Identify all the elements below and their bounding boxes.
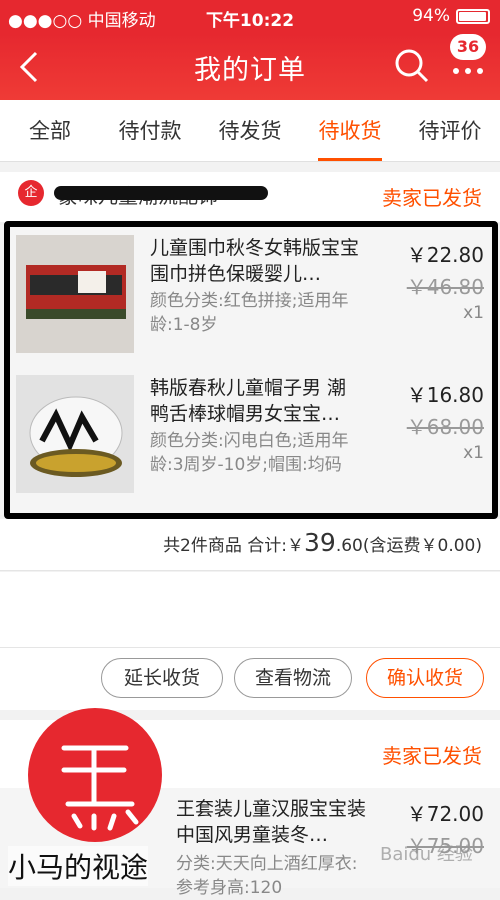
more-icon[interactable] <box>448 56 488 86</box>
baidu-watermark: Baidu 经验 <box>380 844 473 865</box>
battery-indicator: 94% <box>412 6 490 26</box>
list-item[interactable]: 儿童围巾秋冬女韩版宝宝围巾拼色保暖婴儿… 颜色分类:红色拼接;适用年龄:1-8岁… <box>0 225 500 365</box>
order-status: 卖家已发货 <box>382 744 482 768</box>
tab-all[interactable]: 全部 <box>0 100 100 161</box>
confirm-receipt-button[interactable]: 确认收货 <box>366 658 484 698</box>
product-spec: 颜色分类:红色拼接;适用年龄:1-8岁 <box>150 291 349 335</box>
product-thumbnail[interactable] <box>16 235 134 353</box>
product-thumbnail[interactable] <box>16 375 134 493</box>
spacer <box>0 572 500 648</box>
status-bar: ●●●○○ 中国移动 下午10:22 94% <box>0 0 500 34</box>
redaction-bar <box>54 186 268 200</box>
product-spec: 颜色分类:闪电白色;适用年龄:3周岁-10岁;帽围:均码 <box>150 431 349 475</box>
extend-receipt-button[interactable]: 延长收货 <box>101 658 223 698</box>
battery-icon <box>456 8 490 24</box>
message-count-badge: 36 <box>450 34 486 60</box>
view-logistics-button[interactable]: 查看物流 <box>234 658 352 698</box>
product-price: ￥72.00 <box>406 802 484 826</box>
watermark-label: 小马的视途 <box>8 846 149 886</box>
nav-bar: 我的订单 36 <box>0 34 500 100</box>
product-price: ￥16.80 <box>406 383 484 407</box>
tab-pending-shipment[interactable]: 待发货 <box>200 100 300 161</box>
summary-text: 共2件商品 合计:￥39.60(含运费￥0.00) <box>163 528 482 557</box>
battery-percent: 94% <box>412 6 450 26</box>
order-tabs: 全部 待付款 待发货 待收货 待评价 <box>0 100 500 162</box>
tab-pending-payment[interactable]: 待付款 <box>100 100 200 161</box>
tab-pending-review[interactable]: 待评价 <box>400 100 500 161</box>
watermark-logo <box>28 708 162 842</box>
product-quantity: x1 <box>463 303 484 323</box>
tab-pending-receipt[interactable]: 待收货 <box>300 100 400 161</box>
list-item[interactable]: 韩版春秋儿童帽子男 潮鸭舌棒球帽男女宝宝… 颜色分类:闪电白色;适用年龄:3周岁… <box>0 365 500 515</box>
total-decimal: .60 <box>335 536 363 556</box>
total-integer: 39 <box>304 528 336 557</box>
product-title[interactable]: 韩版春秋儿童帽子男 潮鸭舌棒球帽男女宝宝… <box>150 375 362 427</box>
order-card: 企 蒙味儿童潮流配饰 卖家已发货 <box>0 172 500 222</box>
order-actions: 延长收货 查看物流 确认收货 <box>0 648 500 710</box>
order-status: 卖家已发货 <box>382 186 482 210</box>
product-spec: 分类:天天向上酒红厚衣:参考身高:120 <box>176 854 358 898</box>
product-price: ￥22.80 <box>406 243 484 267</box>
summary-suffix: (含运费￥0.00) <box>362 536 482 556</box>
product-title[interactable]: 王套装儿童汉服宝宝装中国风男童装冬… <box>176 796 366 848</box>
order-summary: 共2件商品 合计:￥39.60(含运费￥0.00) <box>0 519 500 571</box>
product-original-price: ￥68.00 <box>406 415 484 439</box>
product-quantity: x1 <box>463 443 484 463</box>
product-title[interactable]: 儿童围巾秋冬女韩版宝宝围巾拼色保暖婴儿… <box>150 235 362 287</box>
summary-prefix: 共2件商品 合计:￥ <box>163 536 305 556</box>
shop-icon: 企 <box>18 180 44 206</box>
product-original-price: ￥46.80 <box>406 275 484 299</box>
search-icon[interactable] <box>394 48 430 84</box>
